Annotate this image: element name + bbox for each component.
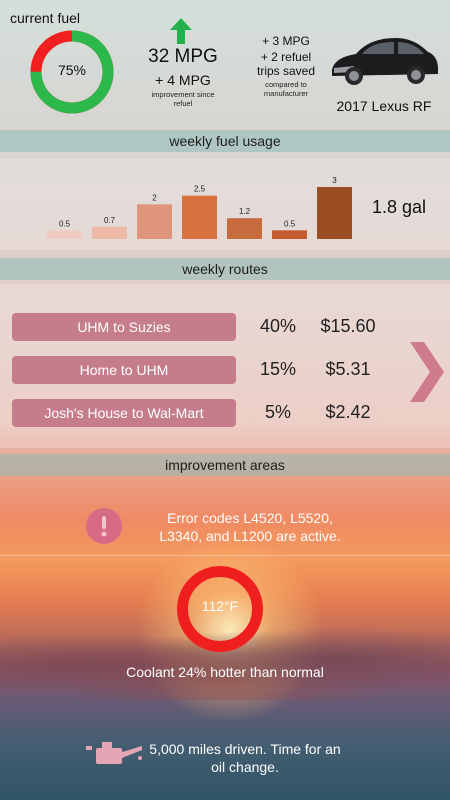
mpg-change: + 4 MPG: [155, 72, 211, 88]
savings-line2: + 2 refuel: [260, 50, 312, 64]
bar-label-4: 1.2: [239, 207, 251, 216]
bar-6: [317, 187, 352, 239]
car-image: [332, 38, 438, 85]
divider: [0, 555, 450, 556]
route-percent-1: 15%: [259, 359, 297, 379]
route-cost-0: $15.60: [320, 316, 376, 336]
bar-label-3: 2.5: [194, 185, 206, 194]
oil-line1: 5,000 miles driven. Time for an: [149, 741, 341, 757]
weekly-fuel-bar-chart: 0.5 0.7 2 2.5 1.2 0.5 3: [47, 176, 352, 239]
route-cost-2: $2.42: [325, 402, 371, 422]
coolant-text: Coolant 24% hotter than normal: [126, 664, 324, 680]
section-header-improvement: improvement areas: [0, 454, 450, 476]
route-cost-1: $5.31: [325, 359, 371, 379]
compared-line2: manufacturer: [263, 89, 309, 98]
bar-1: [92, 226, 127, 239]
mpg-value: 32 MPG: [148, 46, 218, 67]
bar-label-0: 0.5: [59, 219, 71, 228]
oil-change-text: 5,000 miles driven. Time for an oil chan…: [140, 740, 350, 776]
route-percent-0: 40%: [259, 316, 297, 336]
bar-label-1: 0.7: [104, 216, 116, 225]
route-button-1[interactable]: Home to UHM: [12, 356, 236, 384]
section-header-weekly-routes: weekly routes: [0, 258, 450, 280]
car-name: 2017 Lexus RF: [336, 98, 432, 114]
error-line1: Error codes L4520, L5520,: [167, 510, 333, 526]
route-button-0[interactable]: UHM to Suzies: [12, 313, 236, 341]
exclamation-icon: [86, 508, 122, 544]
bar-2: [137, 204, 172, 239]
route-button-2[interactable]: Josh's House to Wal-Mart: [12, 399, 236, 427]
compared-line1: compared to: [265, 80, 307, 89]
chevron-right-icon[interactable]: [410, 342, 444, 402]
section-header-weekly-fuel: weekly fuel usage: [0, 130, 450, 152]
mpg-note-line2: refuel: [173, 99, 193, 108]
weekly-fuel-total: 1.8 gal: [372, 197, 427, 217]
bar-label-5: 0.5: [284, 219, 296, 228]
oil-line2: oil change.: [211, 759, 279, 775]
bar-5: [272, 230, 307, 239]
fuel-percent-label: 75%: [57, 62, 87, 78]
bar-4: [227, 218, 262, 239]
error-line2: L3340, and L1200 are active.: [159, 528, 341, 544]
oil-can-icon: [86, 742, 142, 764]
bar-3: [182, 195, 217, 239]
temperature-label: 112°F: [201, 598, 239, 614]
bar-label-2: 2: [152, 193, 157, 202]
savings-line3: trips saved: [256, 64, 316, 78]
bar-0: [47, 230, 82, 239]
mpg-note: improvement since refuel: [133, 90, 233, 108]
current-fuel-title: current fuel: [10, 10, 81, 26]
compared-note: compared to manufacturer: [246, 80, 326, 98]
savings-line1: + 3 MPG: [262, 34, 310, 48]
route-percent-2: 5%: [264, 402, 291, 422]
mpg-note-line1: improvement since: [151, 90, 215, 99]
bar-label-6: 3: [332, 176, 337, 185]
error-codes-text: Error codes L4520, L5520, L3340, and L12…: [130, 509, 370, 545]
up-arrow-icon: [170, 18, 192, 44]
